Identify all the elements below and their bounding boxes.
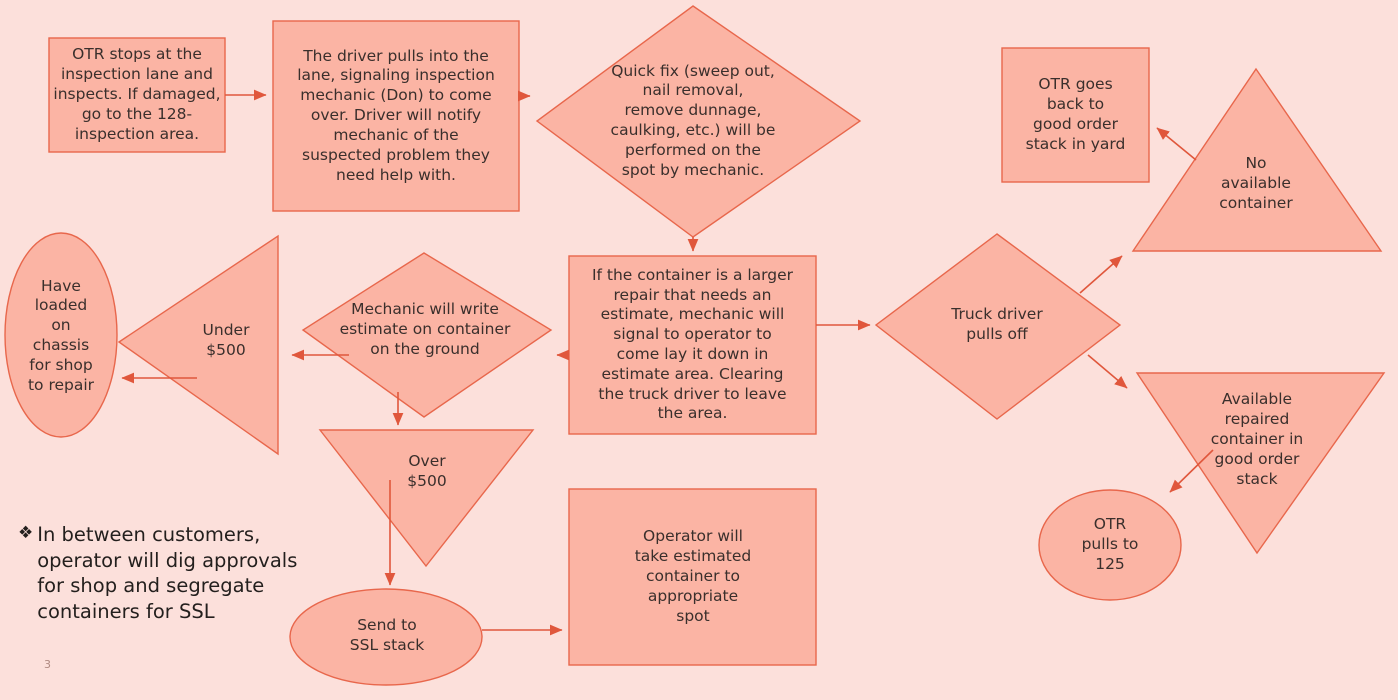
node-otr-pulls-to-125[interactable] [1038,489,1182,601]
diamond-bullet-icon: ❖ [18,523,34,543]
node-larger-repair-estimate[interactable] [568,255,817,435]
connector-c7 [1156,127,1197,161]
node-otr-stops-inspection[interactable] [48,37,226,153]
page-number: 3 [44,658,51,671]
connector-c5 [1079,255,1123,294]
node-quick-fix[interactable] [535,5,862,238]
node-have-loaded-on-chassis[interactable] [4,232,118,438]
node-over-500[interactable] [318,429,535,568]
node-truck-driver-pulls-off[interactable] [874,233,1122,420]
note-text: In between customers, operator will dig … [37,523,298,624]
note-block: ❖ In between customers, operator will di… [18,522,308,625]
node-send-to-ssl-stack[interactable] [289,588,483,686]
node-under-500[interactable] [117,234,279,456]
node-no-available-container[interactable] [1131,67,1383,252]
connector-c6 [1087,354,1128,389]
node-mechanic-write-estimate[interactable] [301,252,553,418]
slide-canvas: OTR stops at the inspection lane and ins… [0,0,1398,700]
node-driver-pulls-into-lane[interactable] [272,20,520,212]
node-otr-goes-back-good-order[interactable] [1001,47,1150,183]
node-operator-take-estimated-container[interactable] [568,488,817,666]
